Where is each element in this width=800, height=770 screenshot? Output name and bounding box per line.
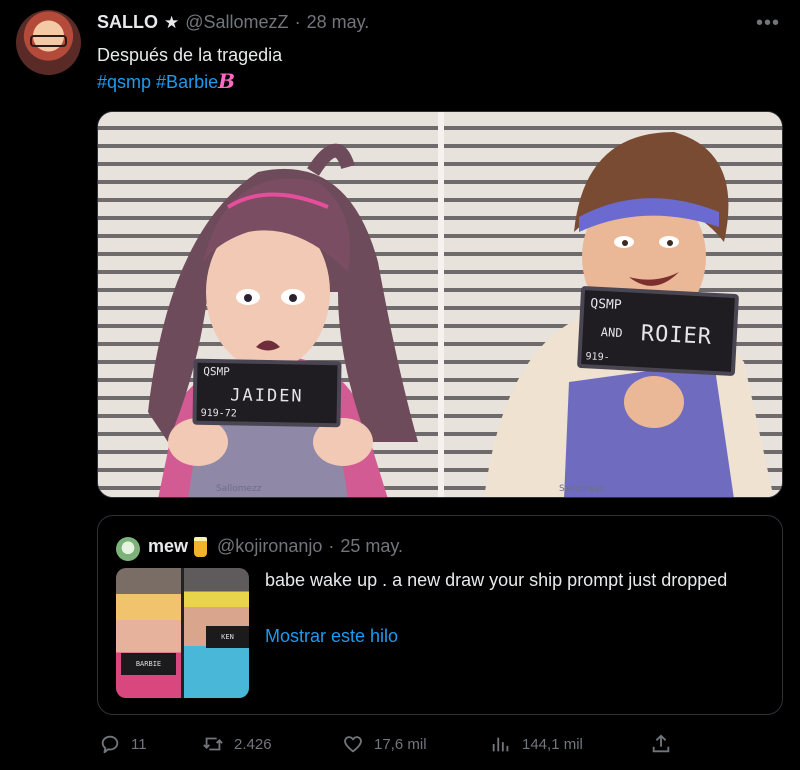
hashtag-barbie[interactable]: #Barbie bbox=[156, 72, 218, 92]
more-horizontal-icon[interactable]: ••• bbox=[756, 12, 780, 35]
watermark-right: Sallomezz bbox=[559, 484, 605, 494]
views-chart-icon bbox=[492, 737, 509, 752]
quote-header: mew @kojironanjo · 25 may. bbox=[148, 536, 403, 557]
tweet-date[interactable]: 28 may. bbox=[307, 12, 370, 33]
quote-author-name[interactable]: mew bbox=[148, 536, 188, 557]
sign-number-text: 919- bbox=[585, 351, 610, 364]
views-button[interactable]: 144,1 mil bbox=[490, 733, 583, 755]
share-button[interactable] bbox=[650, 733, 672, 755]
tweet-hashtags: #qsmp #BarbieB bbox=[97, 68, 282, 95]
mugshot-left-panel: QSMP JAIDEN 919-72 Sallomezz bbox=[98, 112, 438, 497]
reply-icon bbox=[101, 735, 119, 754]
avatar-glasses bbox=[30, 35, 67, 47]
retweet-icon bbox=[203, 737, 223, 751]
sign-name-text: ROIER bbox=[640, 321, 713, 350]
ken-sign: KEN bbox=[206, 626, 249, 648]
quote-thumbnail[interactable]: BARBIE KEN bbox=[116, 568, 249, 698]
like-count: 17,6 mil bbox=[374, 735, 427, 753]
like-button[interactable]: 17,6 mil bbox=[342, 733, 427, 755]
sign-name-text: JAIDEN bbox=[230, 385, 304, 407]
author-handle[interactable]: @SallomezZ bbox=[185, 12, 288, 33]
quote-text: babe wake up . a new draw your ship prom… bbox=[265, 570, 728, 590]
tweet-text-line: Después de la tragedia bbox=[97, 45, 283, 65]
heart-icon bbox=[344, 736, 362, 753]
barbie-logo-icon: B bbox=[218, 69, 235, 93]
tweet-header: SALLO ★ @SallomezZ · 28 may. bbox=[97, 12, 369, 33]
author-name[interactable]: SALLO bbox=[97, 12, 158, 33]
barbie-sign: BARBIE bbox=[121, 653, 176, 675]
barbie-photo bbox=[116, 568, 181, 698]
quote-date[interactable]: 25 may. bbox=[340, 536, 403, 557]
tweet-media-image[interactable]: QSMP JAIDEN 919-72 Sallomezz QSMP AND RO… bbox=[97, 111, 783, 498]
reply-button[interactable]: 11 bbox=[99, 733, 147, 755]
quoted-tweet[interactable]: mew @kojironanjo · 25 may. BARBIE KEN ba… bbox=[97, 515, 783, 715]
roier-sign: QSMP AND ROIER 919- bbox=[576, 285, 740, 377]
show-thread-link[interactable]: Mostrar este hilo bbox=[265, 626, 398, 647]
sign-top-text: QSMP bbox=[589, 296, 622, 314]
retweet-button[interactable]: 2.426 bbox=[202, 733, 272, 755]
tweet-text: Después de la tragedia #qsmp #BarbieB bbox=[97, 42, 282, 95]
sign-number-text: 919-72 bbox=[200, 407, 237, 420]
views-count: 144,1 mil bbox=[522, 735, 583, 753]
separator-dot: · bbox=[294, 12, 301, 32]
sign-and-text: AND bbox=[600, 325, 623, 341]
action-bar: 11 2.426 17,6 mil 144,1 mil bbox=[97, 733, 687, 761]
star-icon: ★ bbox=[164, 12, 180, 32]
quote-author-handle[interactable]: @kojironanjo bbox=[217, 536, 322, 557]
share-icon bbox=[652, 734, 670, 753]
separator-dot: · bbox=[328, 536, 335, 556]
author-avatar[interactable] bbox=[16, 10, 81, 75]
watermark-left: Sallomezz bbox=[216, 484, 262, 494]
sign-top-text: QSMP bbox=[203, 364, 230, 379]
quote-author-avatar[interactable] bbox=[116, 537, 140, 561]
retweet-count: 2.426 bbox=[234, 735, 272, 753]
reply-count: 11 bbox=[131, 735, 147, 753]
hashtag-qsmp[interactable]: #qsmp bbox=[97, 72, 151, 92]
jaiden-sign: QSMP JAIDEN 919-72 bbox=[192, 358, 342, 428]
jaiden-illustration bbox=[148, 143, 418, 497]
mugshot-right-panel: QSMP AND ROIER 919- Sallomezz bbox=[444, 112, 782, 497]
juice-box-icon bbox=[194, 536, 208, 557]
